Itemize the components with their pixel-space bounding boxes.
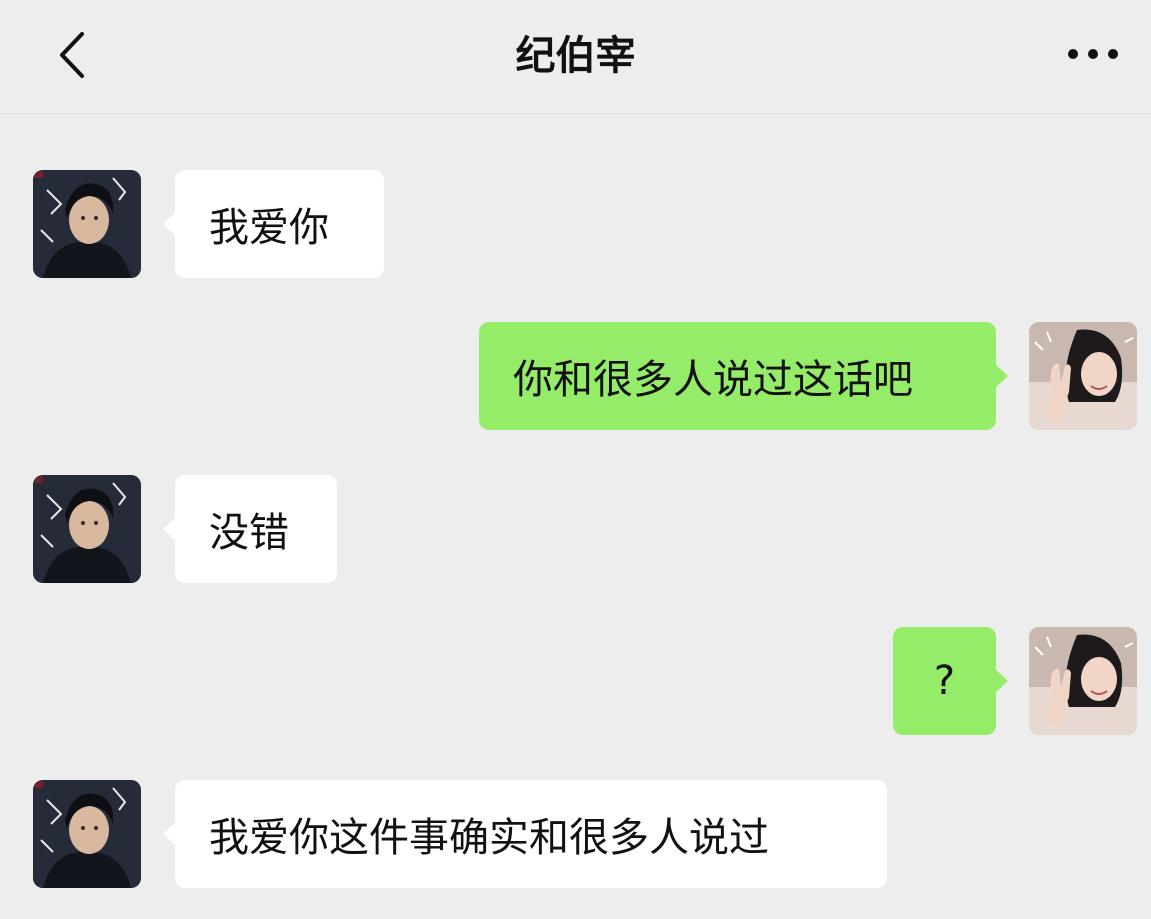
message-bubble-received[interactable]: 我爱你 [163,170,384,278]
user-avatar-image [1029,322,1137,430]
chat-header: 纪伯宰 [0,0,1151,114]
message-bubble-sent[interactable]: ? [893,627,1008,735]
message-text: 你和很多人说过这话吧 [513,357,913,403]
contact-avatar-image [33,475,141,583]
contact-avatar[interactable] [33,780,141,888]
user-avatar[interactable] [1029,322,1137,430]
message-text: 我爱你 [209,205,329,251]
message-text: 没错 [209,510,289,556]
message-text: 我爱你这件事确实和很多人说过 [209,815,769,861]
contact-avatar[interactable] [33,475,141,583]
contact-avatar-image [33,170,141,278]
message-bubble-sent[interactable]: 你和很多人说过这话吧 [479,322,1008,430]
message-bubble-received[interactable]: 我爱你这件事确实和很多人说过 [163,780,887,888]
more-button[interactable] [1057,26,1129,82]
user-avatar[interactable] [1029,627,1137,735]
user-avatar-image [1029,627,1137,735]
contact-avatar[interactable] [33,170,141,278]
more-dots-icon [1068,49,1118,59]
chat-title: 纪伯宰 [515,33,636,79]
message-bubble-received[interactable]: 没错 [163,475,337,583]
contact-avatar-image [33,780,141,888]
message-text: ? [933,658,956,704]
